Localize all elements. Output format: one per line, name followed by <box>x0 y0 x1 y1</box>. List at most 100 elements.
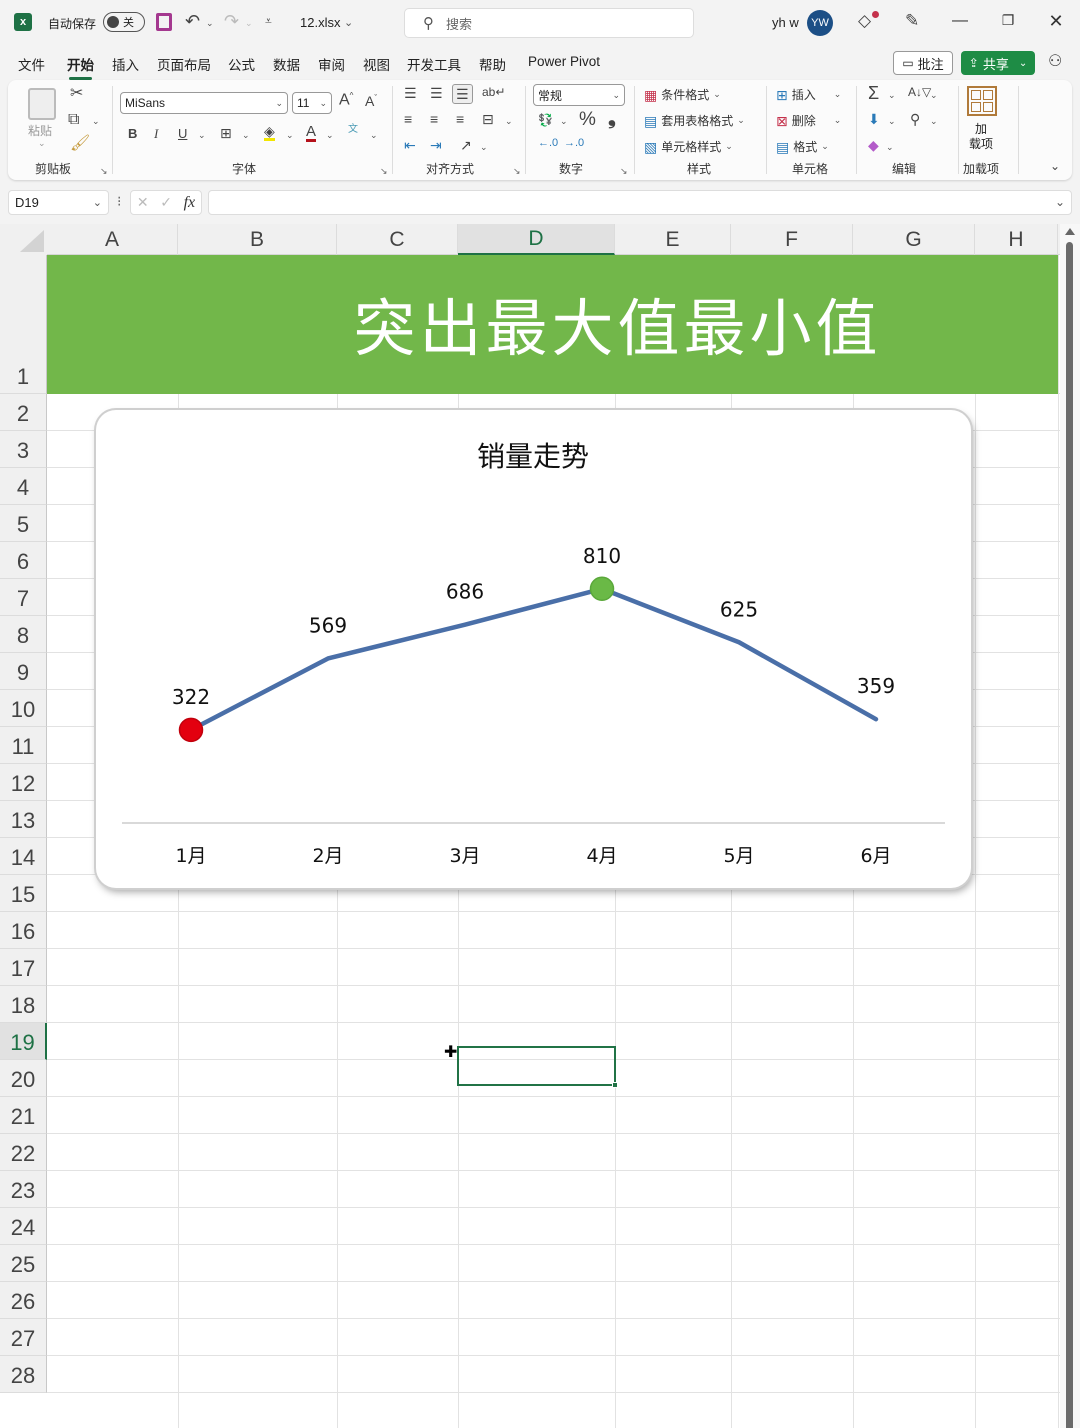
data-label[interactable]: 625 <box>720 597 758 621</box>
collapse-ribbon-icon[interactable]: ⌄ <box>1050 160 1060 172</box>
save-icon[interactable] <box>156 13 172 31</box>
tab-file[interactable]: 文件 <box>18 54 45 74</box>
row-header-22[interactable]: 22 <box>0 1134 47 1171</box>
underline-button[interactable]: U <box>178 127 187 140</box>
customize-toolbar-icon[interactable]: ⩡ <box>265 15 272 27</box>
row-header-16[interactable]: 16 <box>0 912 47 949</box>
row-header-28[interactable]: 28 <box>0 1356 47 1393</box>
x-tick-label[interactable]: 6月 <box>860 845 891 867</box>
row-header-1[interactable]: 1 <box>0 255 47 394</box>
align-right-icon[interactable]: ≡ <box>456 112 464 126</box>
file-name-chevron-icon[interactable]: ⌄ <box>344 16 353 29</box>
format-as-table-button[interactable]: ▤ 套用表格格式 ⌄ <box>644 112 745 129</box>
chart-container[interactable]: 销量走势 322 569 686 810 625 359 1月 2月 3月 4月 5月 6月 <box>96 410 971 888</box>
row-header-26[interactable]: 26 <box>0 1282 47 1319</box>
chart-title[interactable]: 销量走势 <box>477 440 589 473</box>
clipboard-launcher-icon[interactable]: ↘ <box>100 166 108 177</box>
minimize-button[interactable]: — <box>945 12 975 30</box>
row-header-6[interactable]: 6 <box>0 542 47 579</box>
formula-input[interactable]: ⌄ <box>208 190 1072 215</box>
select-all-button[interactable] <box>0 224 47 255</box>
italic-button[interactable]: I <box>154 127 158 140</box>
sort-filter-icon[interactable]: A↓▽ <box>908 86 931 98</box>
autosum-dropdown-icon[interactable]: ⌄ <box>888 90 896 101</box>
borders-icon[interactable]: ⊞ <box>220 126 232 140</box>
scrollbar-thumb[interactable] <box>1066 242 1073 1428</box>
data-label[interactable]: 359 <box>857 674 895 698</box>
data-label[interactable]: 322 <box>172 685 210 709</box>
phonetic-dropdown-icon[interactable]: ⌄ <box>370 130 378 141</box>
insert-cells-button[interactable]: ⊞ 插入 ⌄ <box>776 86 841 103</box>
merge-center-icon[interactable]: ⊟ <box>482 112 494 126</box>
x-tick-label[interactable]: 3月 <box>449 845 480 867</box>
x-tick-label[interactable]: 1月 <box>175 845 206 867</box>
autosum-icon[interactable]: Σ <box>868 84 879 102</box>
number-format-select[interactable]: 常规 ⌄ <box>533 84 625 106</box>
font-color-dropdown-icon[interactable]: ⌄ <box>326 130 334 141</box>
increase-decimal-icon[interactable]: ←.0 <box>538 138 558 149</box>
row-header-13[interactable]: 13 <box>0 801 47 838</box>
data-label[interactable]: 569 <box>309 613 347 637</box>
align-middle-icon[interactable]: ☰ <box>430 86 443 100</box>
row-header-21[interactable]: 21 <box>0 1097 47 1134</box>
insert-function-button[interactable]: fx <box>184 194 196 212</box>
phonetic-guide-icon[interactable]: 文 <box>348 125 358 135</box>
row-header-23[interactable]: 23 <box>0 1171 47 1208</box>
scroll-up-icon[interactable] <box>1065 228 1075 235</box>
tab-help[interactable]: 帮助 <box>479 54 506 74</box>
share-dropdown-icon[interactable]: ⌄ <box>1019 58 1027 69</box>
tab-developer[interactable]: 开发工具 <box>407 54 461 74</box>
font-launcher-icon[interactable]: ↘ <box>380 166 388 177</box>
row-header-9[interactable]: 9 <box>0 653 47 690</box>
tab-power-pivot[interactable]: Power Pivot <box>528 54 600 69</box>
column-header-d[interactable]: D <box>458 224 615 255</box>
align-bottom-icon[interactable]: ☰ <box>452 84 473 104</box>
fill-icon[interactable]: ⬇ <box>868 112 880 126</box>
decrease-decimal-icon[interactable]: →.0 <box>564 138 584 149</box>
format-painter-icon[interactable]: 🖌 <box>70 136 90 152</box>
orientation-icon[interactable]: ↗ <box>460 138 472 152</box>
fill-dropdown-icon[interactable]: ⌄ <box>888 116 896 127</box>
tab-insert[interactable]: 插入 <box>112 54 139 74</box>
title-banner[interactable]: 突出最大值最小值 <box>47 255 1058 394</box>
number-launcher-icon[interactable]: ↘ <box>620 166 628 177</box>
column-header-b[interactable]: B <box>178 224 337 255</box>
undo-icon[interactable]: ↶ <box>185 12 200 30</box>
row-header-5[interactable]: 5 <box>0 505 47 542</box>
row-header-11[interactable]: 11 <box>0 727 47 764</box>
column-header-c[interactable]: C <box>337 224 458 255</box>
align-left-icon[interactable]: ≡ <box>404 112 412 126</box>
sort-filter-dropdown-icon[interactable]: ⌄ <box>930 90 938 101</box>
fill-color-icon[interactable]: ◈ <box>264 124 275 141</box>
font-name-select[interactable]: MiSans ⌄ <box>120 92 288 114</box>
paste-icon[interactable] <box>28 88 56 120</box>
addins-label-line2[interactable]: 载项 <box>969 135 993 152</box>
bold-button[interactable]: B <box>128 127 137 140</box>
copy-icon[interactable]: ⧉ <box>68 112 79 128</box>
data-label[interactable]: 810 <box>583 544 621 568</box>
tab-home[interactable]: 开始 <box>67 54 94 80</box>
font-color-icon[interactable]: A <box>306 124 317 142</box>
row-header-27[interactable]: 27 <box>0 1319 47 1356</box>
find-select-icon[interactable]: ⚲ <box>910 112 920 126</box>
row-header-20[interactable]: 20 <box>0 1060 47 1097</box>
copy-dropdown-icon[interactable]: ⌄ <box>92 116 100 127</box>
conditional-formatting-button[interactable]: ▦ 条件格式 ⌄ <box>644 86 721 103</box>
row-header-24[interactable]: 24 <box>0 1208 47 1245</box>
data-label[interactable]: 686 <box>446 580 484 604</box>
user-name[interactable]: yh w <box>772 15 799 30</box>
font-size-select[interactable]: 11 ⌄ <box>292 92 332 114</box>
borders-dropdown-icon[interactable]: ⌄ <box>242 130 250 141</box>
fill-color-dropdown-icon[interactable]: ⌄ <box>286 130 294 141</box>
x-tick-label[interactable]: 5月 <box>723 845 754 867</box>
redo-icon[interactable]: ↷ <box>224 12 239 30</box>
comments-button[interactable]: ▭ 批注 <box>893 51 953 75</box>
decrease-indent-icon[interactable]: ⇤ <box>404 138 416 152</box>
designer-pen-icon[interactable]: ✎ <box>905 12 919 29</box>
tab-view[interactable]: 视图 <box>363 54 390 74</box>
tab-page-layout[interactable]: 页面布局 <box>157 54 211 74</box>
row-header-17[interactable]: 17 <box>0 949 47 986</box>
selected-cell[interactable] <box>457 1046 618 1088</box>
cancel-icon[interactable]: ✕ <box>137 194 149 211</box>
wrap-text-icon[interactable]: ab↵ <box>482 86 505 98</box>
